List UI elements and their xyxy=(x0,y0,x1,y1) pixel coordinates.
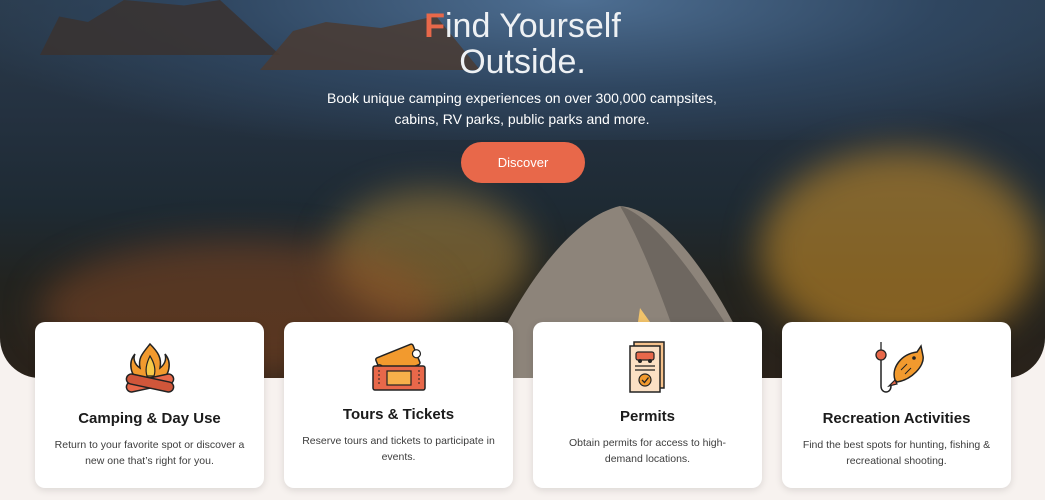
fishing-icon xyxy=(874,342,924,393)
card-title: Recreation Activities xyxy=(822,410,971,427)
hero-subtitle: Book unique camping experiences on over … xyxy=(327,90,717,127)
headline-line2: Outside. xyxy=(459,43,586,81)
card-description: Reserve tours and tickets to participate… xyxy=(302,435,495,463)
hero-headline: Find Yourself Outside. xyxy=(0,8,1045,80)
card-description: Return to your favorite spot or discover… xyxy=(54,439,245,467)
card-title: Permits xyxy=(619,408,676,425)
hero-shrub-right xyxy=(760,150,1040,350)
card-title: Tours & Tickets xyxy=(342,406,455,423)
tickets-icon xyxy=(371,343,426,391)
headline-first-letter: F xyxy=(424,7,445,45)
card-camping-day-use[interactable]: Camping & Day Use Return to your favorit… xyxy=(35,322,264,488)
headline-line1: ind Yourself xyxy=(444,7,621,45)
card-description: Obtain permits for access to high-demand… xyxy=(569,437,726,465)
card-title: Camping & Day Use xyxy=(78,410,221,427)
permit-document-icon xyxy=(628,341,665,393)
card-description: Find the best spots for hunting, fishing… xyxy=(802,439,991,467)
campfire-icon xyxy=(125,342,174,393)
card-tours-tickets[interactable]: Tours & Tickets Reserve tours and ticket… xyxy=(284,322,513,488)
discover-button[interactable]: Discover xyxy=(461,142,585,183)
card-recreation-activities[interactable]: Recreation Activities Find the best spot… xyxy=(782,322,1011,488)
card-permits[interactable]: Permits Obtain permits for access to hig… xyxy=(533,322,762,488)
